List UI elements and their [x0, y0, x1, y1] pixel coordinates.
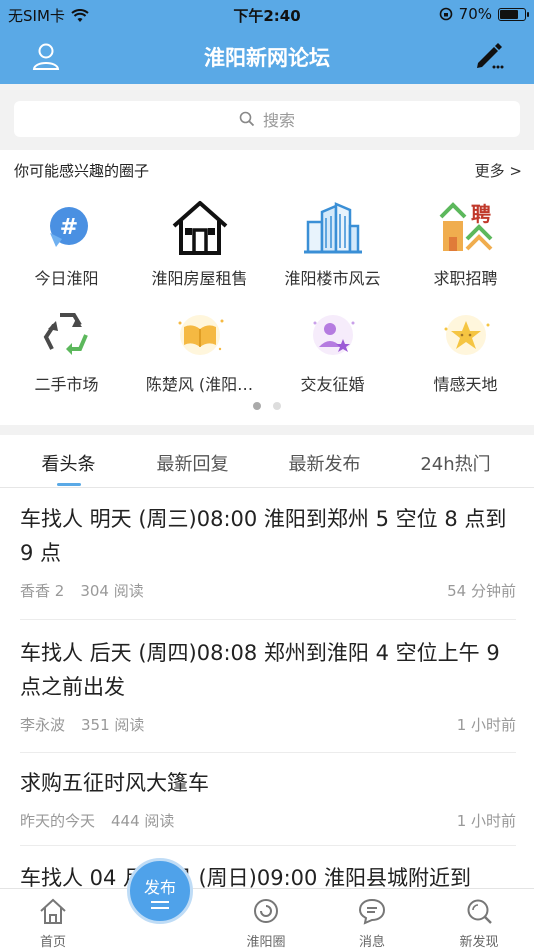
circle-label: 淮阳房屋租售	[151, 269, 248, 288]
nav-bar: 淮阳新网论坛	[0, 28, 534, 84]
status-right: 70%	[439, 5, 529, 23]
search-section: 搜索	[0, 84, 534, 150]
battery-percent: 70%	[458, 5, 492, 23]
post-time: 1 小时前	[456, 812, 516, 830]
recycle-icon	[34, 303, 100, 365]
battery-fill	[500, 9, 519, 19]
tabbar-home[interactable]: 首页	[8, 897, 98, 950]
circles-heading: 你可能感兴趣的圈子	[14, 162, 150, 180]
tabbar-label: 消息	[358, 935, 385, 950]
circles-section: 你可能感兴趣的圈子 更多 > # 今日淮阳 淮阳房屋租售 淮阳楼市风云 聘 求职…	[0, 150, 534, 425]
hashtag-bubble-icon: #	[34, 197, 100, 259]
message-icon	[358, 898, 386, 925]
bottom-tab-bar: 首页 淮阳圈 消息 新发现	[0, 888, 534, 950]
house-icon	[167, 197, 233, 259]
rotation-lock-icon	[439, 7, 452, 21]
post-item[interactable]: 求购五征时风大篷车 昨天的今天 444 阅读 1 小时前	[20, 766, 516, 846]
post-item[interactable]: 车找人 04 月 9 日 (周日)09:00 淮阳县城附近到	[20, 861, 516, 888]
page-dot-active[interactable]	[253, 402, 261, 410]
tabbar-discover[interactable]: 新发现	[434, 897, 524, 950]
circle-icon	[254, 899, 278, 923]
circle-label: 求职招聘	[433, 269, 498, 288]
tabbar-label: 新发现	[459, 935, 499, 950]
person-star-icon	[300, 303, 366, 365]
post-title[interactable]: 车找人 明天 (周三)08:00 淮阳到郑州 5 空位 8 点到 9 点	[20, 502, 516, 570]
circle-item-job-hiring[interactable]: 聘 求职招聘	[399, 197, 532, 289]
page-title: 淮阳新网论坛	[204, 46, 330, 70]
post-meta: 香香 2 304 阅读 54 分钟前	[20, 580, 516, 601]
post-time: 54 分钟前	[447, 582, 516, 600]
publish-label: 发布	[143, 877, 176, 897]
tabbar-messages[interactable]: 消息	[327, 897, 417, 950]
tabbar-huaiyang-circle[interactable]: 淮阳圈	[221, 897, 311, 950]
post-item[interactable]: 车找人 后天 (周四)08:08 郑州到淮阳 4 空位上午 9 点之前出发 李永…	[20, 636, 516, 753]
circle-item-second-hand[interactable]: 二手市场	[0, 303, 133, 395]
tab-latest-replies[interactable]: 最新回复	[126, 450, 259, 476]
compose-icon[interactable]	[472, 38, 506, 72]
tabbar-label: 首页	[39, 935, 66, 950]
circle-item-house-rental[interactable]: 淮阳房屋租售	[133, 197, 266, 289]
post-reads: 304 阅读	[80, 582, 144, 600]
svg-text:聘: 聘	[471, 202, 491, 226]
discover-icon	[467, 899, 492, 924]
more-circles-link[interactable]: 更多 >	[475, 160, 522, 181]
tabbar-label: 淮阳圈	[246, 935, 286, 950]
post-title[interactable]: 车找人 后天 (周四)08:08 郑州到淮阳 4 空位上午 9 点之前出发	[20, 636, 516, 704]
post-reads: 444 阅读	[111, 812, 175, 830]
active-tab-indicator	[57, 483, 81, 486]
search-placeholder: 搜索	[262, 111, 295, 130]
post-time: 1 小时前	[456, 716, 516, 734]
page-dot[interactable]	[273, 402, 281, 410]
post-author[interactable]: 李永波	[20, 714, 65, 735]
battery-icon	[498, 7, 529, 21]
search-icon	[239, 111, 255, 127]
circle-item-emotion[interactable]: 情感天地	[399, 303, 532, 395]
circle-label: 交友征婚	[300, 375, 365, 394]
circle-label: 今日淮阳	[34, 269, 99, 288]
home-icon	[40, 898, 66, 924]
post-author[interactable]: 香香 2	[20, 580, 64, 601]
buildings-icon	[300, 197, 366, 259]
circle-item-chen-chu-feng[interactable]: 陈楚风 (淮阳…	[133, 303, 266, 395]
circle-item-today-huaiyang[interactable]: # 今日淮阳	[0, 197, 133, 289]
job-hiring-icon: 聘	[433, 197, 499, 259]
svg-text:#: #	[59, 215, 77, 240]
post-item[interactable]: 车找人 明天 (周三)08:00 淮阳到郑州 5 空位 8 点到 9 点 香香 …	[20, 502, 516, 620]
book-icon	[167, 303, 233, 365]
post-meta: 李永波 351 阅读 1 小时前	[20, 714, 516, 735]
tab-latest-posts[interactable]: 最新发布	[258, 450, 391, 476]
page-indicator[interactable]	[0, 402, 534, 410]
post-reads: 351 阅读	[81, 716, 145, 734]
tab-24h-hot[interactable]: 24h热门	[389, 450, 522, 476]
circle-item-real-estate[interactable]: 淮阳楼市风云	[266, 197, 399, 289]
feed-tabs: 看头条 最新回复 最新发布 24h热门	[0, 435, 534, 488]
star-icon	[433, 303, 499, 365]
circle-item-dating[interactable]: 交友征婚	[266, 303, 399, 395]
tab-headlines[interactable]: 看头条	[2, 450, 135, 476]
post-meta: 昨天的今天 444 阅读 1 小时前	[20, 810, 516, 831]
post-author[interactable]: 昨天的今天	[20, 810, 95, 831]
circle-label: 二手市场	[34, 375, 99, 394]
post-title[interactable]: 求购五征时风大篷车	[20, 766, 516, 800]
post-feed: 车找人 明天 (周三)08:00 淮阳到郑州 5 空位 8 点到 9 点 香香 …	[0, 488, 534, 888]
circle-label: 淮阳楼市风云	[284, 269, 381, 288]
status-bar: 无SIM卡 下午2:40 70%	[0, 0, 534, 28]
search-input[interactable]: 搜索	[14, 101, 520, 137]
circle-label: 情感天地	[433, 375, 498, 394]
circle-label: 陈楚风 (淮阳…	[145, 375, 254, 394]
publish-button[interactable]: 发布	[127, 858, 193, 924]
post-title[interactable]: 车找人 04 月 9 日 (周日)09:00 淮阳县城附近到	[20, 861, 516, 888]
publish-lines-icon	[151, 900, 169, 909]
